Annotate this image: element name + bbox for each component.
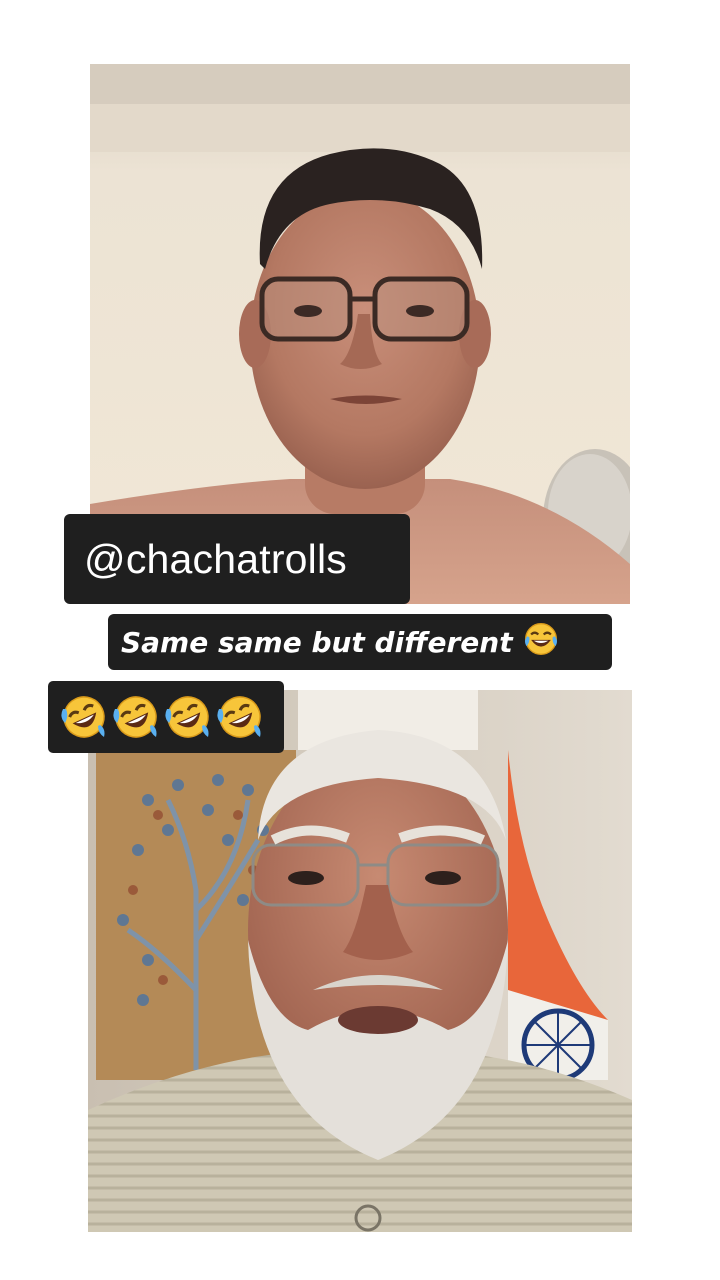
reel-canvas: @chachatrolls Same same but different (0, 0, 720, 1280)
caption-text: Same same but different (121, 625, 513, 659)
username-handle-label: @chachatrolls (64, 514, 410, 604)
bottom-video-frame (88, 690, 632, 1232)
bottom-video-still (88, 690, 632, 1232)
rolling-on-floor-laughing-icon (216, 693, 264, 741)
username-handle-text: @chachatrolls (84, 535, 347, 582)
caption-label: Same same but different (108, 614, 612, 670)
rolling-on-floor-laughing-icon (164, 693, 212, 741)
rolling-on-floor-laughing-icon (60, 693, 108, 741)
rolling-on-floor-laughing-icon (112, 693, 160, 741)
face-with-tears-of-joy-icon (523, 621, 559, 664)
emoji-reaction-row (48, 681, 284, 753)
